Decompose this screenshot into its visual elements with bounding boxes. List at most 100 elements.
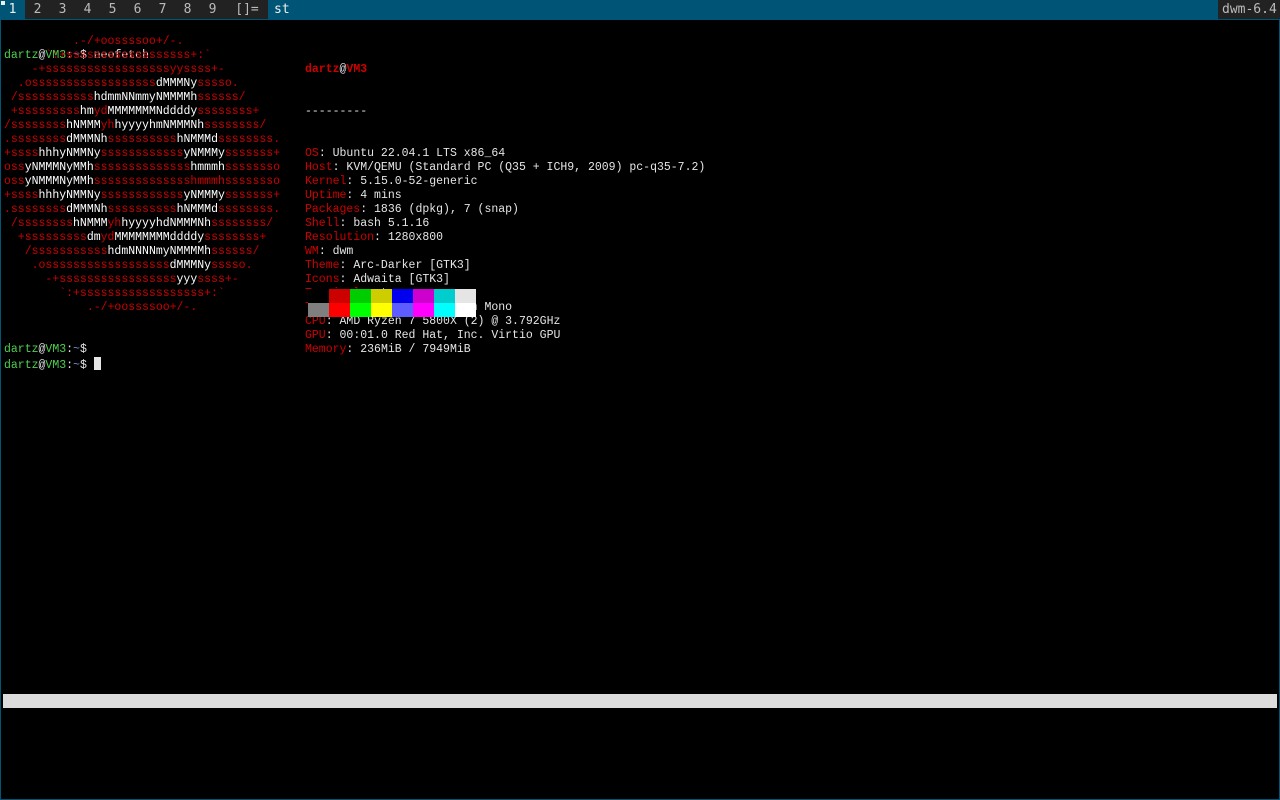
prompt-path: ~ [73, 343, 80, 356]
logo-segment: sssssss+ [224, 189, 281, 202]
logo-segment: yh [100, 119, 115, 132]
info-key: Packages [305, 203, 361, 216]
active-prompt-line[interactable]: dartz@VM3:~$ [4, 357, 101, 372]
tag-label: 6 [133, 2, 142, 17]
tag-4[interactable]: 4 [75, 0, 100, 19]
logo-line: ossyNMMMNyMMhsssssssssssssshmmmhssssssso [4, 175, 280, 189]
info-header: dartz@VM3 [305, 63, 705, 77]
tag-label: 7 [158, 2, 167, 17]
logo-segment: hm [79, 105, 94, 118]
logo-segment: hmmmh [190, 161, 225, 174]
palette-swatch [455, 303, 476, 317]
logo-segment: +sssssssss [4, 231, 87, 244]
logo-segment: +ssss [4, 189, 39, 202]
info-row: Theme: Arc-Darker [GTK3] [305, 259, 471, 272]
logo-line: .ssssssssdMMMNhsssssssssshNMMMdssssssss. [4, 203, 280, 217]
tag-label: 3 [58, 2, 67, 17]
prompt-path: ~ [73, 359, 80, 372]
logo-segment: /ssssssss [4, 217, 74, 230]
palette-swatch [455, 289, 476, 303]
info-value: Ubuntu 22.04.1 LTS x86_64 [332, 147, 506, 160]
info-value: 00:01.0 Red Hat, Inc. Virtio GPU [339, 329, 561, 342]
logo-line: +ssssssssshmydMMMMMMMNddddyssssssss+ [4, 105, 280, 119]
logo-segment: dMMMNy [169, 259, 212, 272]
palette-swatch [371, 289, 392, 303]
logo-segment: dMMMNh [66, 203, 108, 216]
text-cursor [93, 357, 101, 370]
info-separator: --------- [305, 105, 368, 118]
info-value: 4 mins [360, 189, 402, 202]
logo-segment: ssssssss. [217, 203, 281, 216]
tag-label: 8 [183, 2, 192, 17]
logo-segment: ssssssssss [107, 203, 177, 216]
prompt-user: dartz [4, 359, 39, 372]
logo-line: +sssshhhyNMMNyssssssssssssyNMMMysssssss+ [4, 189, 280, 203]
info-key: WM [305, 245, 319, 258]
logo-segment: hhhyNMMNy [38, 189, 101, 202]
logo-segment: ssssssss+ [197, 105, 260, 118]
tag-3[interactable]: 3 [50, 0, 75, 19]
logo-segment: .-/+oossssoo+/-. [4, 301, 198, 314]
logo-segment: +ssss [4, 147, 39, 160]
logo-segment: hyyyyhmNMMMNh [114, 119, 205, 132]
info-value: bash 5.1.16 [353, 217, 430, 230]
logo-segment: sssso. [211, 259, 253, 272]
tag-5[interactable]: 5 [100, 0, 125, 19]
logo-segment: ssssssssssss [100, 189, 184, 202]
info-key: Kernel [305, 175, 347, 188]
logo-segment: MMMMMMMMddddy [114, 231, 205, 244]
logo-segment: ssssssss/ [211, 217, 274, 230]
info-row: Packages: 1836 (dpkg), 7 (snap) [305, 203, 519, 216]
logo-line: /ssssssssssshdmNNNNmyNMMMMhssssss/ [4, 245, 280, 259]
palette-swatch [413, 303, 434, 317]
tag-label: 5 [108, 2, 117, 17]
info-host: VM3 [346, 63, 368, 76]
logo-line: .-/+oossssoo+/-. [4, 35, 280, 49]
tag-8[interactable]: 8 [175, 0, 200, 19]
info-rows: OS: Ubuntu 22.04.1 LTS x86_64 Host: KVM/Q… [305, 147, 705, 357]
info-value: Adwaita [GTK3] [353, 273, 450, 286]
logo-segment: yNMMMNyMMh [24, 161, 94, 174]
info-row: Kernel: 5.15.0-52-generic [305, 175, 478, 188]
palette-swatch [329, 303, 350, 317]
logo-line: .ssssssssdMMMNhsssssssssshNMMMdssssssss. [4, 133, 280, 147]
info-key: Icons [305, 273, 340, 286]
tag-2[interactable]: 2 [25, 0, 50, 19]
tag-9[interactable]: 9 [200, 0, 225, 19]
terminal-window[interactable]: dartz@VM3:~$ neofetch .-/+oossssoo+/-. `… [0, 19, 1280, 800]
palette-swatch [434, 289, 455, 303]
logo-segment: ssssss/ [197, 91, 246, 104]
tag-6[interactable]: 6 [125, 0, 150, 19]
terminal-output: dartz@VM3:~$ neofetch .-/+oossssoo+/-. `… [4, 21, 705, 372]
logo-segment: oss [4, 161, 25, 174]
logo-segment: ssssssss+ [204, 231, 267, 244]
logo-segment: hdmNNNNmyNMMMMh [107, 245, 212, 258]
logo-line: /sssssssshNMMMyhhyyyyhdNMMMNhssssssss/ [4, 217, 280, 231]
logo-segment: dm [86, 231, 101, 244]
layout-indicator[interactable]: []= [232, 0, 262, 19]
logo-segment: hyyyyhdNMMMNh [121, 217, 212, 230]
logo-line: .ossssssssssssssssssdMMMNysssso. [4, 259, 280, 273]
info-row: Memory: 236MiB / 7949MiB [305, 343, 471, 356]
selection-bar [3, 694, 1277, 708]
info-row: WM: dwm [305, 245, 354, 258]
logo-segment: /sssssssssss [4, 91, 94, 104]
logo-segment: ssssssss/ [204, 119, 267, 132]
logo-segment: /ssssssss [4, 119, 67, 132]
info-user: dartz [305, 63, 340, 76]
logo-segment: ssssssso [224, 161, 281, 174]
logo-line: +sssshhhyNMMNyssssssssssssyNMMMysssssss+ [4, 147, 280, 161]
logo-line: .ossssssssssssssssssdMMMNysssso. [4, 77, 280, 91]
tag-7[interactable]: 7 [150, 0, 175, 19]
tag-label: 2 [33, 2, 42, 17]
logo-segment: yNMMMNyMMh [24, 175, 94, 188]
logo-line: .-/+oossssoo+/-. [4, 301, 280, 315]
logo-line: +sssssssssdmydMMMMMMMMddddyssssssss+ [4, 231, 280, 245]
tag-1[interactable]: 1 [0, 0, 25, 19]
logo-segment: sssssss+ [224, 147, 281, 160]
logo-segment: yd [100, 231, 115, 244]
info-value: dwm [332, 245, 354, 258]
info-key: Shell [305, 217, 340, 230]
palette-swatch [371, 303, 392, 317]
logo-segment: -+sssssssssssssssss [4, 273, 177, 286]
